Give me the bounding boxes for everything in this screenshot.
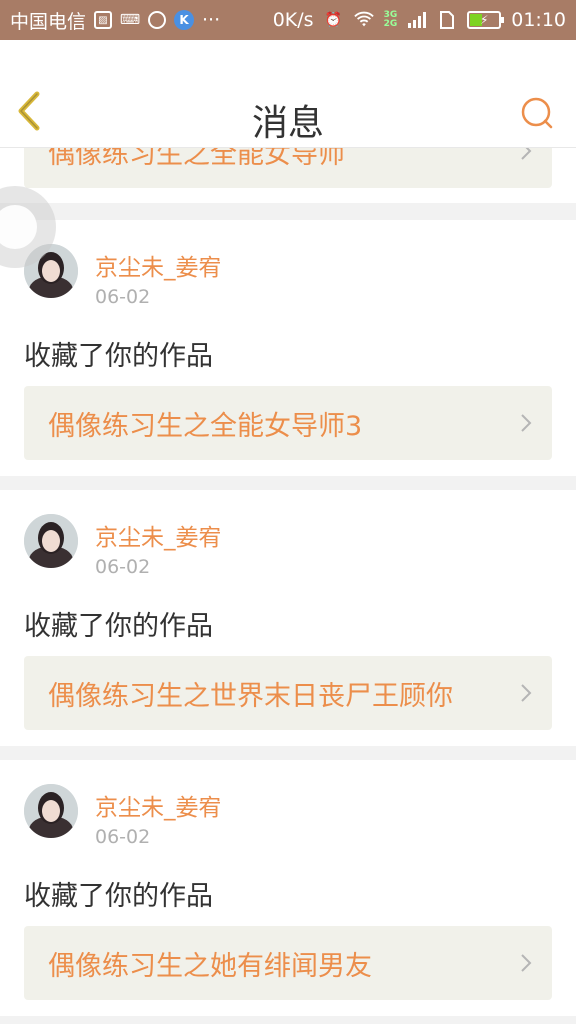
net-speed: 0K/s — [272, 9, 314, 31]
username[interactable]: 京尘未_姜宥 — [95, 518, 222, 552]
work-title: 偶像练习生之她有绯闻男友 — [48, 950, 372, 982]
signal-icon — [407, 10, 427, 30]
work-title: 偶像练习生之全能女导师3 — [48, 410, 363, 442]
message-card: 京尘未_姜宥 06-02 收藏了你的作品 偶像练习生之她有绯闻男友 — [0, 760, 576, 1016]
username[interactable]: 京尘未_姜宥 — [95, 248, 222, 282]
clock: 01:10 — [511, 9, 566, 31]
alarm-icon: ⏰ — [324, 12, 343, 28]
chevron-right-icon — [521, 954, 532, 972]
work-title: 偶像练习生之世界末日丧尸王顾你 — [48, 680, 453, 712]
avatar[interactable] — [24, 784, 78, 838]
action-text: 收藏了你的作品 — [24, 881, 213, 912]
username[interactable]: 京尘未_姜宥 — [95, 788, 222, 822]
message-date: 06-02 — [95, 556, 151, 578]
carrier-label: 中国电信 — [10, 10, 87, 33]
message-date: 06-02 — [95, 286, 151, 308]
message-card: 偶像练习生之全能女导师 — [0, 148, 576, 203]
more-notifications-icon: ··· — [202, 9, 221, 31]
work-link[interactable]: 偶像练习生之全能女导师3 — [24, 386, 552, 460]
message-card: 京尘未_姜宥 06-02 收藏了你的作品 偶像练习生之世界末日丧尸王顾你 — [0, 490, 576, 746]
chevron-right-icon — [521, 148, 532, 160]
chevron-right-icon — [521, 414, 532, 432]
work-link[interactable]: 偶像练习生之世界末日丧尸王顾你 — [24, 656, 552, 730]
status-bar: 中国电信 ▨ ⌨ K ··· 0K/s ⏰ 3G 2G ⚡ 01:10 — [0, 0, 576, 40]
message-card: 京尘未_姜宥 06-02 收藏了你的作品 偶像练习生之全能女导师3 — [0, 220, 576, 476]
message-date: 06-02 — [95, 826, 151, 848]
image-icon: ▨ — [94, 11, 113, 29]
k-app-icon: K — [174, 10, 195, 30]
action-text: 收藏了你的作品 — [24, 611, 213, 642]
work-link[interactable]: 偶像练习生之她有绯闻男友 — [24, 926, 552, 1000]
nav-bar: 消息 — [0, 40, 576, 148]
work-link[interactable]: 偶像练习生之全能女导师 — [24, 148, 552, 188]
wifi-icon — [353, 10, 374, 30]
avatar[interactable] — [24, 514, 78, 568]
action-text: 收藏了你的作品 — [24, 341, 213, 372]
sim-icon — [437, 10, 457, 30]
keyboard-icon: ⌨ — [119, 12, 141, 28]
network-type-icon: 3G 2G — [383, 10, 398, 29]
message-list[interactable]: 偶像练习生之全能女导师 京尘未_姜宥 06-02 收藏了你的作品 偶像练习生之全… — [0, 148, 576, 1024]
search-button[interactable] — [520, 96, 554, 130]
floating-button-core — [0, 205, 37, 249]
battery-icon: ⚡ — [467, 11, 505, 29]
sync-icon — [148, 11, 167, 29]
work-title: 偶像练习生之全能女导师 — [48, 148, 345, 170]
search-icon — [521, 97, 553, 129]
page-title: 消息 — [251, 103, 324, 144]
chevron-right-icon — [521, 684, 532, 702]
